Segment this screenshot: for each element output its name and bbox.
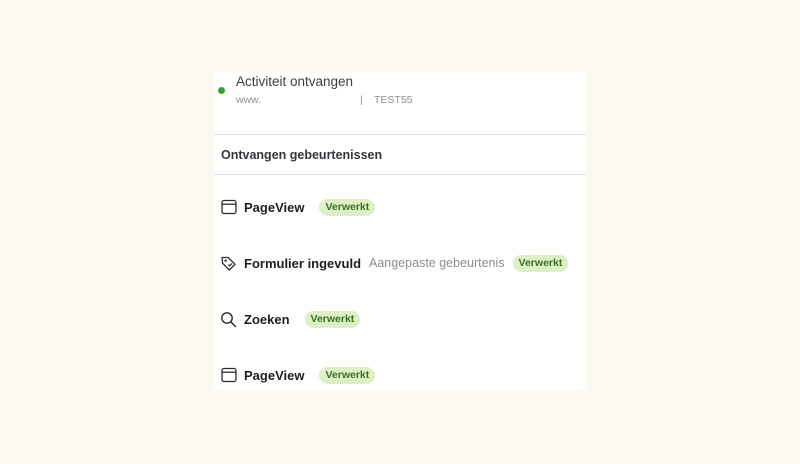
status-code: TEST55 (374, 94, 413, 106)
event-row[interactable]: PageView Verwerkt (220, 196, 376, 218)
tag-icon (220, 255, 237, 272)
event-name: Zoeken (244, 311, 290, 327)
status-details: www. | TEST55 (236, 94, 413, 106)
event-row[interactable]: Formulier ingevuld Aangepaste gebeurteni… (220, 252, 569, 274)
status-badge: Verwerkt (304, 310, 361, 328)
activity-card: Activiteit ontvangen www. | TEST55 Ontva… (214, 72, 586, 390)
status-indicator-dot (218, 87, 225, 94)
event-subtitle: Aangepaste gebeurtenis (369, 256, 505, 270)
activity-status: Activiteit ontvangen www. | TEST55 (214, 72, 586, 135)
status-title: Activiteit ontvangen (236, 74, 354, 89)
browser-window-icon (220, 367, 237, 384)
status-badge: Verwerkt (512, 254, 569, 272)
status-badge: Verwerkt (319, 366, 376, 384)
status-badge: Verwerkt (319, 198, 376, 216)
browser-window-icon (220, 199, 237, 216)
search-icon (220, 311, 237, 328)
event-row[interactable]: Zoeken Verwerkt (220, 308, 361, 330)
event-name: Formulier ingevuld (244, 255, 362, 271)
event-name: PageView (244, 367, 305, 383)
section-title: Ontvangen gebeurtenissen (214, 135, 586, 175)
event-row[interactable]: PageView Verwerkt (220, 364, 376, 386)
status-url: www. (236, 94, 262, 106)
status-separator: | (360, 94, 363, 106)
event-name: PageView (244, 199, 305, 215)
